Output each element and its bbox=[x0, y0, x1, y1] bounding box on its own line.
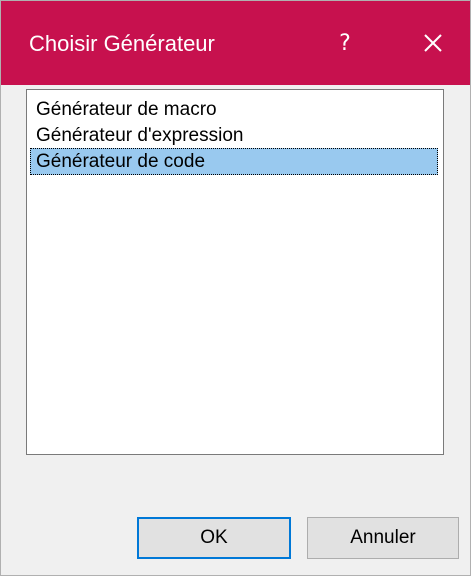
dialog-title: Choisir Générateur bbox=[29, 31, 215, 56]
choose-builder-dialog: Choisir Générateur ? Générateur de macro… bbox=[0, 0, 471, 576]
list-item-macro-builder[interactable]: Générateur de macro bbox=[30, 96, 438, 123]
help-button[interactable]: ? bbox=[323, 21, 367, 65]
ok-button-label: OK bbox=[200, 527, 228, 548]
cancel-button-label: Annuler bbox=[350, 527, 416, 548]
ok-button[interactable]: OK bbox=[137, 517, 291, 559]
close-button[interactable] bbox=[411, 21, 455, 65]
cancel-button[interactable]: Annuler bbox=[307, 517, 459, 559]
builder-listbox[interactable]: Générateur de macro Générateur d'express… bbox=[26, 89, 444, 455]
title-bar[interactable]: Choisir Générateur ? bbox=[1, 1, 470, 85]
close-icon bbox=[424, 34, 442, 52]
help-icon: ? bbox=[339, 30, 351, 56]
list-item-code-builder[interactable]: Générateur de code bbox=[30, 148, 438, 175]
list-item-expression-builder[interactable]: Générateur d'expression bbox=[30, 122, 438, 149]
